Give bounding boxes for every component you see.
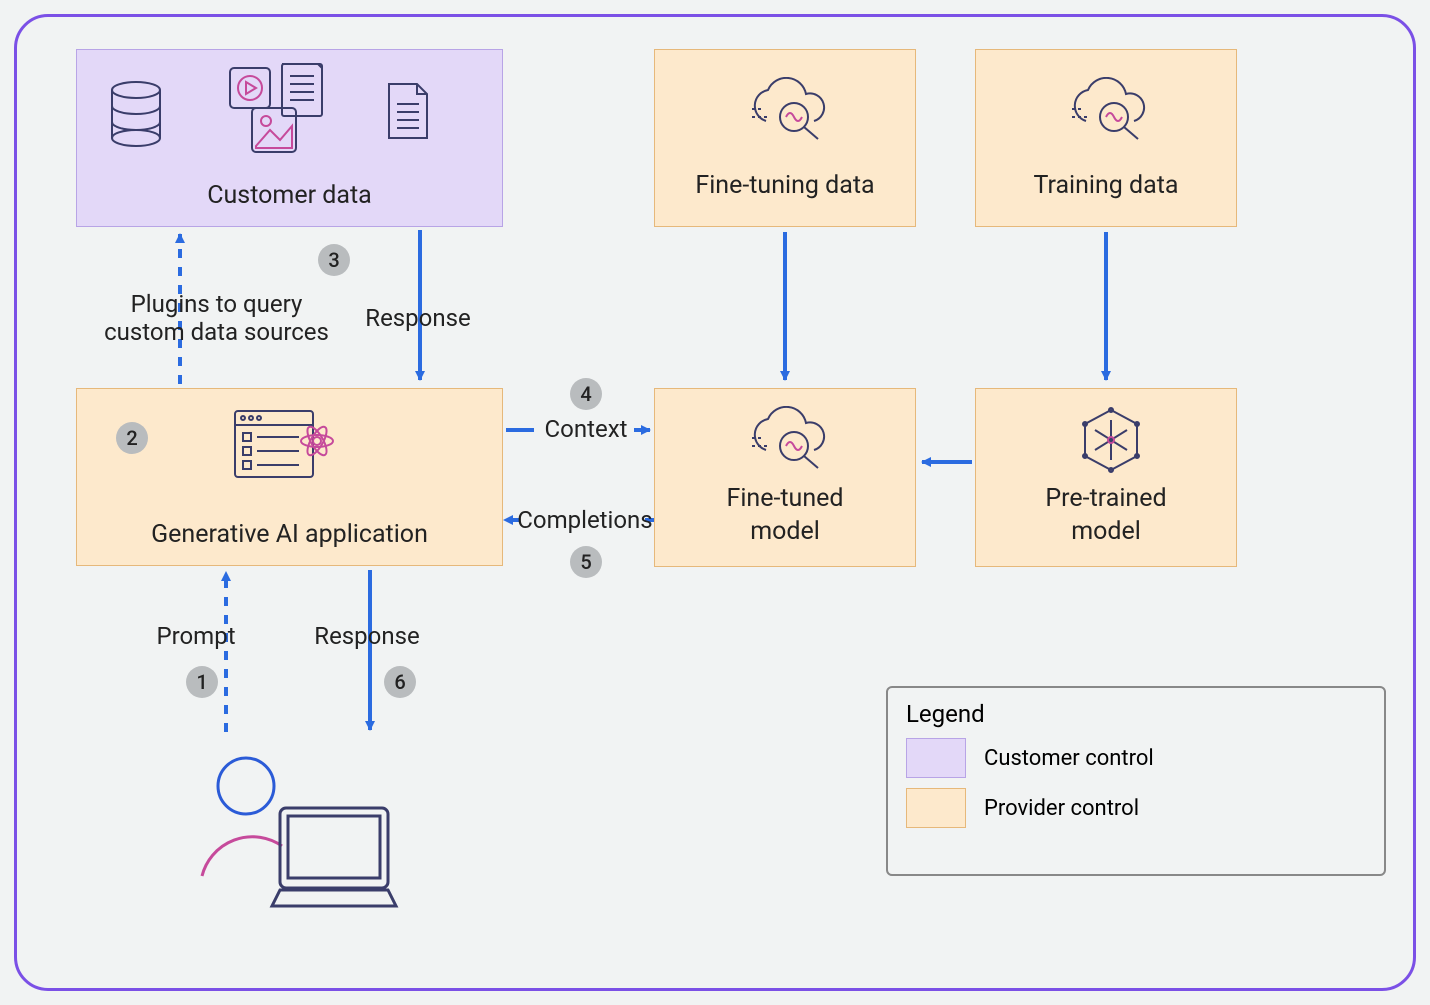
cloud-search-icon: [738, 74, 838, 144]
multimedia-files-icon: [222, 60, 332, 160]
legend-row-customer: Customer control: [906, 738, 1366, 778]
node-label: Training data: [1033, 170, 1178, 203]
node-label: Pre-trained model: [1045, 483, 1166, 552]
document-icon: [378, 72, 438, 150]
node-label: Fine-tuned model: [727, 483, 844, 552]
legend-label-provider: Provider control: [984, 796, 1139, 821]
diagram-frame: Customer data Generative AI application …: [0, 0, 1430, 1005]
cloud-search-icon: [1058, 74, 1158, 144]
node-label: Generative AI application: [151, 519, 428, 552]
legend-box: Legend Customer control Provider control: [886, 686, 1386, 876]
database-icon: [96, 74, 176, 154]
chip-brain-icon: [1066, 404, 1156, 476]
legend-row-provider: Provider control: [906, 788, 1366, 828]
legend-swatch-provider: [906, 788, 966, 828]
node-label: Customer data: [207, 180, 371, 213]
cloud-search-icon: [738, 403, 838, 473]
legend-title: Legend: [906, 700, 1366, 728]
legend-swatch-customer: [906, 738, 966, 778]
app-ui-icon: [224, 402, 344, 488]
user-laptop-icon: [184, 746, 404, 926]
legend-label-customer: Customer control: [984, 746, 1154, 771]
node-label: Fine-tuning data: [695, 170, 874, 203]
